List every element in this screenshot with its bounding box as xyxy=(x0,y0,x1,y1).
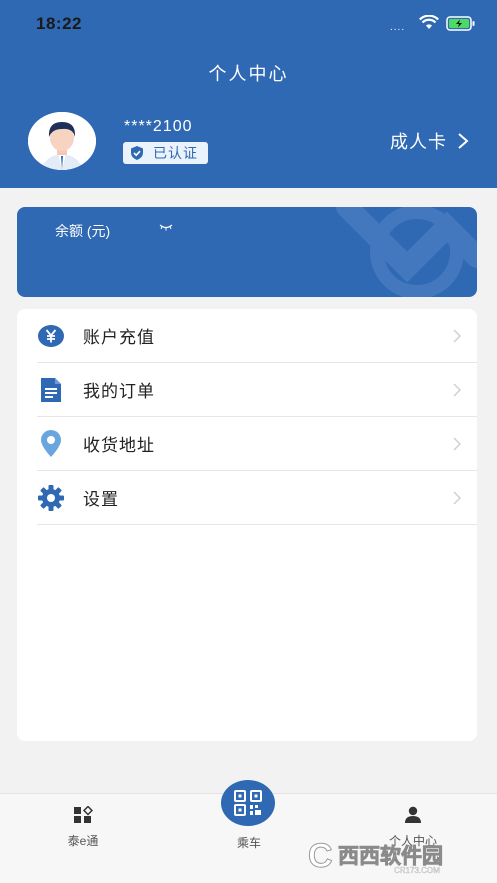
menu-item-label: 我的订单 xyxy=(83,382,155,401)
chevron-right-icon xyxy=(453,490,461,505)
qr-code-icon xyxy=(234,790,262,816)
avatar[interactable] xyxy=(28,112,96,170)
site-watermark-logo: C 西西软件园 CR173.COM xyxy=(308,837,444,876)
card-type-link[interactable]: 成人卡 xyxy=(390,128,469,154)
svg-text:C: C xyxy=(308,837,333,875)
user-id: ****2100 xyxy=(124,118,193,135)
svg-text:西西软件园: 西西软件园 xyxy=(338,844,443,868)
verified-label: 已认证 xyxy=(153,145,198,161)
svg-text:CR173.COM: CR173.COM xyxy=(394,866,440,875)
chevron-right-icon xyxy=(453,328,461,343)
menu-item-label: 设置 xyxy=(83,490,119,509)
gear-icon xyxy=(37,484,65,512)
location-pin-icon xyxy=(37,429,65,458)
verified-badge: 已认证 xyxy=(123,142,208,164)
tab-home[interactable]: 泰e通 xyxy=(28,806,138,876)
menu-item-label: 账户充值 xyxy=(83,328,155,347)
tab-label: 泰e通 xyxy=(67,834,99,848)
page-title: 个人中心 xyxy=(208,64,289,84)
person-icon xyxy=(405,806,421,823)
chevron-right-icon xyxy=(453,382,461,397)
menu-item-label: 收货地址 xyxy=(83,436,155,455)
cellular-signal-icon: .... xyxy=(390,22,406,33)
balance-card[interactable]: 余额 (元) xyxy=(17,207,477,297)
balance-label: 余额 (元) xyxy=(55,223,111,239)
chevron-right-icon xyxy=(458,133,469,149)
menu-item-orders[interactable]: 我的订单 xyxy=(37,363,477,417)
shield-check-icon xyxy=(131,146,143,160)
battery-charging-icon xyxy=(446,16,475,31)
apps-icon xyxy=(74,806,93,823)
menu-item-settings[interactable]: 设置 xyxy=(37,471,477,525)
wifi-icon xyxy=(419,15,439,29)
menu-panel: 账户充值 我的订单 收货地址 设置 xyxy=(17,309,477,741)
status-time: 18:22 xyxy=(36,14,82,33)
menu-item-address[interactable]: 收货地址 xyxy=(37,417,477,471)
yen-icon xyxy=(37,322,65,350)
tab-ride[interactable]: 乘车 xyxy=(194,826,304,883)
card-type-label: 成人卡 xyxy=(390,132,447,152)
tab-label: 乘车 xyxy=(236,836,261,850)
menu-item-recharge[interactable]: 账户充值 xyxy=(37,309,477,363)
document-icon xyxy=(37,376,65,404)
chevron-right-icon xyxy=(453,436,461,451)
status-bar: 18:22 .... xyxy=(0,0,497,48)
qr-scan-button[interactable] xyxy=(221,780,275,826)
eye-closed-icon[interactable] xyxy=(159,223,173,231)
header: 18:22 .... 个人中心 ****2100 已认证 成人卡 xyxy=(0,0,497,188)
avatar-image xyxy=(28,112,96,170)
card-pattern-decoration xyxy=(336,207,477,297)
